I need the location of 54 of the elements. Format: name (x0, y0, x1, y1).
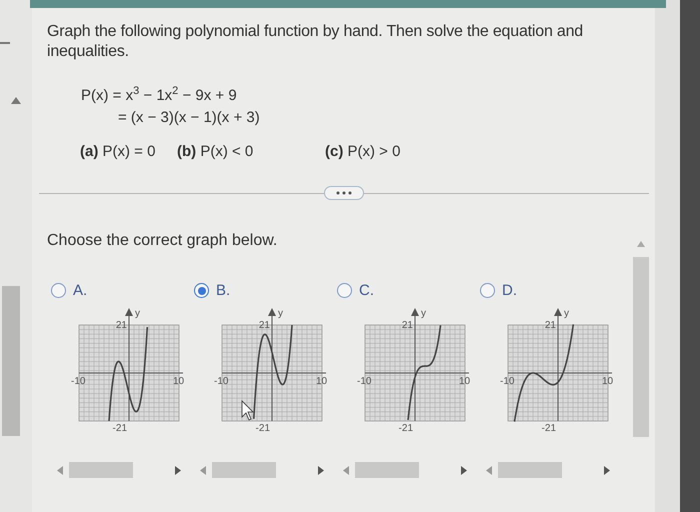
axis-label: -21 (398, 423, 413, 434)
axis-label: 10 (173, 376, 184, 387)
right-arrow-icon[interactable] (318, 466, 324, 474)
radio-button[interactable] (480, 283, 495, 298)
right-arrow-icon[interactable] (461, 466, 467, 474)
option-label[interactable]: B. (216, 282, 230, 299)
axis-label: -21 (256, 423, 270, 434)
scrollbar-thumb[interactable] (2, 286, 20, 436)
question-text: Graph the following polynomial function by hand. Then solve the equation and inequalities. (47, 22, 584, 62)
radio-button[interactable] (51, 283, 66, 298)
axis-label: -10 (357, 376, 372, 387)
up-arrow-icon (637, 241, 645, 247)
axis-label: -10 (71, 376, 86, 387)
equation-line: P(x) = x$^{3}$ − 1x$^{2}$ − 9x + 9 (81, 84, 238, 106)
horizontal-scrollbar[interactable] (200, 461, 324, 479)
inequality-part: (c) P(x) > 0 (325, 143, 400, 160)
axis-label: -21 (542, 423, 556, 434)
axis-label: 10 (602, 376, 614, 387)
left-arrow-icon[interactable] (486, 466, 492, 474)
axis-label: 10 (316, 376, 328, 387)
axis-label: y (278, 308, 283, 319)
left-arrow-icon[interactable] (200, 466, 206, 474)
axis-label: 21 (544, 320, 556, 331)
inequality-part: (a) P(x) = 0 (80, 143, 156, 160)
axis-label: y (564, 308, 569, 319)
more-button[interactable] (324, 186, 364, 200)
axis-label: y (135, 308, 140, 319)
horizontal-scrollbar[interactable] (343, 461, 467, 479)
cursor-icon (242, 400, 254, 421)
axis-label: 21 (402, 320, 413, 331)
right-arrow-icon[interactable] (604, 466, 610, 474)
horizontal-scrollbar[interactable] (486, 461, 610, 479)
axis-label: -10 (214, 376, 228, 387)
scrollbar-thumb[interactable] (633, 257, 649, 437)
left-arrow-icon[interactable] (343, 466, 349, 474)
axis-label: 10 (459, 376, 470, 387)
ellipsis-icon (336, 191, 352, 195)
left-arrow-icon[interactable] (57, 466, 63, 474)
axis-label: 21 (258, 320, 270, 331)
axis-label: 21 (116, 320, 127, 331)
option-label[interactable]: A. (73, 282, 88, 299)
option-label[interactable]: D. (502, 282, 517, 299)
radio-button[interactable] (194, 283, 209, 298)
horizontal-scrollbar[interactable] (57, 461, 181, 479)
up-arrow-icon (11, 97, 21, 104)
axis-label: y (421, 308, 426, 319)
radio-button[interactable] (337, 283, 352, 298)
inequality-part: (b) P(x) < 0 (177, 143, 254, 160)
right-arrow-icon[interactable] (175, 466, 181, 474)
axis-label: -21 (112, 423, 127, 434)
equation-line: = (x − 3)(x − 1)(x + 3) (117, 108, 261, 128)
prompt-text: Choose the correct graph below. (47, 232, 278, 250)
option-label[interactable]: C. (359, 282, 374, 299)
axis-label: -10 (500, 376, 514, 387)
